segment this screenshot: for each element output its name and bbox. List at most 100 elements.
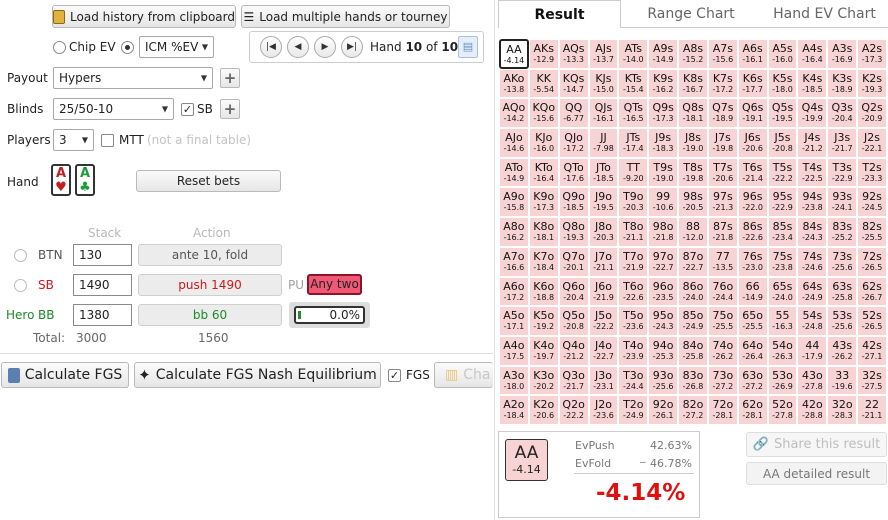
mtt-checkbox[interactable] <box>101 134 114 147</box>
hand-cell-62s[interactable]: 62s -26.7 <box>857 276 887 307</box>
hand-cell-42s[interactable]: 42s -27.1 <box>857 335 887 366</box>
hand-cell-64s[interactable]: 64s -24.9 <box>797 276 828 307</box>
hand-cell-qts[interactable]: QTs -16.5 <box>618 98 649 129</box>
hand-cell-86o[interactable]: 86o -24.0 <box>678 276 708 307</box>
hand-cell-q3s[interactable]: Q3s -20.4 <box>827 98 858 129</box>
sb-seat-radio[interactable] <box>14 279 27 292</box>
hand-cell-83s[interactable]: 83s -25.2 <box>827 217 858 247</box>
hand-cell-t6o[interactable]: T6o -22.6 <box>618 276 649 307</box>
hand-cell-j6s[interactable]: J6s -20.6 <box>737 128 768 158</box>
hand-cell-t8s[interactable]: T8s -19.8 <box>678 157 708 188</box>
hand-cell-k2s[interactable]: K2s -19.3 <box>857 68 887 99</box>
hand-cell-t5s[interactable]: T5s -22.2 <box>767 157 798 188</box>
hand-cell-77[interactable]: 77 -13.5 <box>707 246 738 277</box>
hand-cell-92o[interactable]: 92o -26.1 <box>648 395 679 425</box>
hand-cell-62o[interactable]: 62o -28.1 <box>737 395 768 425</box>
bb-action[interactable]: bb 60 <box>138 304 282 326</box>
icm-select[interactable]: ICM %EV ▼ <box>139 36 214 58</box>
hand-cell-j4o[interactable]: J4o -22.7 <box>588 335 619 366</box>
prev-hand-button[interactable]: ◀ <box>287 36 309 58</box>
hand-cell-a4s[interactable]: A4s -16.4 <box>797 39 828 69</box>
hand-cell-a9s[interactable]: A9s -14.9 <box>648 39 679 69</box>
hand-cell-j5s[interactable]: J5s -20.8 <box>767 128 798 158</box>
hand-cell-q4s[interactable]: Q4s -19.9 <box>797 98 828 129</box>
hand-cell-kjo[interactable]: KJo -16.0 <box>528 128 559 158</box>
card-ace-hearts[interactable]: A ♥ <box>51 164 71 196</box>
hand-cell-q3o[interactable]: Q3o -21.7 <box>558 365 589 396</box>
hand-cell-a8s[interactable]: A8s -15.2 <box>678 39 708 69</box>
hand-cell-j9s[interactable]: J9s -18.3 <box>648 128 679 158</box>
hand-cell-q8o[interactable]: Q8o -19.3 <box>558 217 589 247</box>
first-hand-button[interactable]: |◀ <box>260 36 282 58</box>
hand-cell-84s[interactable]: 84s -24.3 <box>797 217 828 247</box>
hand-cell-a6o[interactable]: A6o -17.2 <box>499 276 529 307</box>
hand-cell-qjo[interactable]: QJo -17.2 <box>558 128 589 158</box>
hand-cell-q6s[interactable]: Q6s -19.1 <box>737 98 768 129</box>
hand-cell-92s[interactable]: 92s -24.5 <box>857 187 887 218</box>
hand-cell-j8s[interactable]: J8s -19.0 <box>678 128 708 158</box>
tab-range-chart[interactable]: Range Chart <box>621 0 761 28</box>
hand-cell-44[interactable]: 44 -17.9 <box>797 335 828 366</box>
hand-cell-qjs[interactable]: QJs -16.1 <box>588 98 619 129</box>
hand-cell-a2s[interactable]: A2s -17.3 <box>857 39 887 69</box>
hand-cell-k2o[interactable]: K2o -20.6 <box>528 395 559 425</box>
hand-cell-j9o[interactable]: J9o -19.5 <box>588 187 619 218</box>
sb-checkbox[interactable]: ✓ <box>181 103 194 116</box>
hand-cell-k6s[interactable]: K6s -17.7 <box>737 68 768 99</box>
hand-cell-q5o[interactable]: Q5o -20.8 <box>558 306 589 336</box>
hand-cell-q9o[interactable]: Q9o -18.5 <box>558 187 589 218</box>
calculate-fgs-button[interactable]: Calculate FGS <box>1 362 129 388</box>
next-hand-button[interactable]: ▶ <box>314 36 336 58</box>
hand-cell-k7o[interactable]: K7o -18.4 <box>528 246 559 277</box>
hand-cell-k9o[interactable]: K9o -17.3 <box>528 187 559 218</box>
sb-range-button[interactable]: Any two <box>307 274 362 295</box>
hand-cell-kto[interactable]: KTo -16.4 <box>528 157 559 188</box>
hand-cell-42o[interactable]: 42o -28.8 <box>797 395 828 425</box>
hand-cell-53o[interactable]: 53o -26.9 <box>767 365 798 396</box>
hand-cell-aa[interactable]: AA -4.14 <box>499 39 529 69</box>
hand-cell-t9s[interactable]: T9s -19.0 <box>648 157 679 188</box>
hand-cell-t3o[interactable]: T3o -24.4 <box>618 365 649 396</box>
reset-bets-button[interactable]: Reset bets <box>136 170 281 192</box>
hand-cell-qq[interactable]: QQ -6.77 <box>558 98 589 129</box>
hand-cell-j6o[interactable]: J6o -21.9 <box>588 276 619 307</box>
bb-stack-input[interactable]: 1380 <box>73 304 132 326</box>
hand-cell-85s[interactable]: 85s -23.4 <box>767 217 798 247</box>
tab-result[interactable]: Result <box>498 0 621 28</box>
payout-select[interactable]: Hypers ▼ <box>53 67 213 89</box>
btn-stack-input[interactable]: 130 <box>73 244 132 266</box>
hand-cell-ats[interactable]: ATs -14.0 <box>618 39 649 69</box>
hand-cell-q7s[interactable]: Q7s -18.9 <box>707 98 738 129</box>
hand-cell-t2s[interactable]: T2s -23.3 <box>857 157 887 188</box>
hand-cell-ako[interactable]: AKo -13.8 <box>499 68 529 99</box>
hand-cell-82s[interactable]: 82s -25.5 <box>857 217 887 247</box>
hand-cell-76o[interactable]: 76o -24.4 <box>707 276 738 307</box>
hand-cell-k3s[interactable]: K3s -18.9 <box>827 68 858 99</box>
hand-cell-95o[interactable]: 95o -24.3 <box>648 306 679 336</box>
hand-cell-53s[interactable]: 53s -25.6 <box>827 306 858 336</box>
hand-cell-96o[interactable]: 96o -23.5 <box>648 276 679 307</box>
hand-cell-q5s[interactable]: Q5s -19.5 <box>767 98 798 129</box>
hand-cell-82o[interactable]: 82o -27.2 <box>678 395 708 425</box>
hand-cell-96s[interactable]: 96s -22.0 <box>737 187 768 218</box>
hand-cell-54s[interactable]: 54s -24.8 <box>797 306 828 336</box>
hand-cell-q8s[interactable]: Q8s -18.1 <box>678 98 708 129</box>
hand-cell-k4s[interactable]: K4s -18.5 <box>797 68 828 99</box>
add-blinds-button[interactable]: + <box>220 99 240 119</box>
hand-cell-63o[interactable]: 63o -27.2 <box>737 365 768 396</box>
hand-cell-q2o[interactable]: Q2o -22.2 <box>558 395 589 425</box>
hand-cell-jj[interactable]: JJ -7.98 <box>588 128 619 158</box>
hand-cell-a9o[interactable]: A9o -15.8 <box>499 187 529 218</box>
hand-cell-65s[interactable]: 65s -24.0 <box>767 276 798 307</box>
hand-cell-q7o[interactable]: Q7o -20.1 <box>558 246 589 277</box>
hand-cell-98s[interactable]: 98s -20.5 <box>678 187 708 218</box>
hand-cell-kk[interactable]: KK -5.54 <box>528 68 559 99</box>
blinds-select[interactable]: 25/50-10 ▼ <box>53 98 174 120</box>
hand-cell-a2o[interactable]: A2o -18.4 <box>499 395 529 425</box>
hand-cell-a3s[interactable]: A3s -16.9 <box>827 39 858 69</box>
hand-cell-66[interactable]: 66 -14.9 <box>737 276 768 307</box>
hand-cell-k3o[interactable]: K3o -20.2 <box>528 365 559 396</box>
hand-cell-54o[interactable]: 54o -26.3 <box>767 335 798 366</box>
hand-cell-72o[interactable]: 72o -28.1 <box>707 395 738 425</box>
hand-cell-72s[interactable]: 72s -26.5 <box>857 246 887 277</box>
